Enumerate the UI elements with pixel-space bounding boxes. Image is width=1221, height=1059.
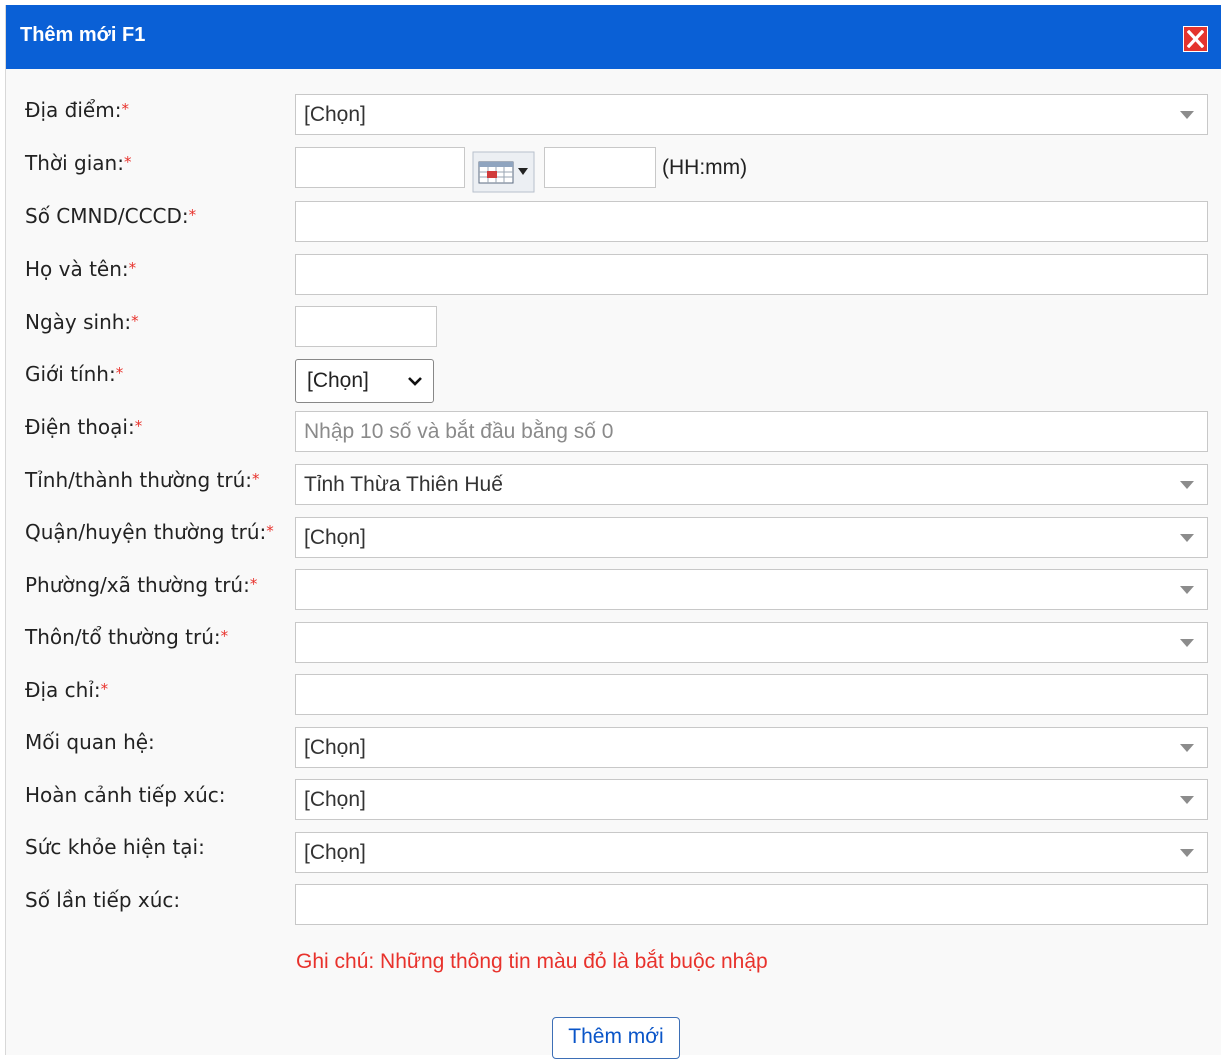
required-marker: *: [188, 206, 197, 224]
required-marker: *: [121, 100, 129, 118]
hamlet-label: Thôn/tổ thường trú:*: [25, 625, 229, 649]
close-button[interactable]: [1183, 26, 1208, 52]
dropdown-arrow-icon: [1180, 744, 1194, 752]
required-marker: *: [128, 259, 137, 277]
gender-select[interactable]: [Chọn]: [295, 359, 434, 403]
district-label: Quận/huyện thường trú:*: [25, 520, 274, 544]
add-new-button[interactable]: Thêm mới: [552, 1017, 680, 1059]
dropdown-arrow-icon: [1180, 111, 1194, 119]
ward-label: Phường/xã thường trú:*: [25, 573, 258, 597]
required-marker: *: [251, 470, 260, 488]
health-status-label: Sức khỏe hiện tại:: [25, 835, 205, 859]
location-label: Địa điểm:*: [25, 98, 129, 122]
required-marker: *: [220, 627, 229, 645]
address-input[interactable]: [295, 674, 1208, 715]
gender-select-value: [Chọn]: [307, 369, 369, 392]
address-label: Địa chỉ:*: [25, 678, 109, 702]
birth-date-input[interactable]: [295, 306, 437, 347]
time-label: Thời gian:*: [25, 151, 132, 175]
contact-context-select-value: [Chọn]: [304, 788, 366, 811]
province-select[interactable]: Tỉnh Thừa Thiên Huế: [295, 464, 1208, 505]
province-select-value: Tỉnh Thừa Thiên Huế: [304, 473, 503, 496]
calendar-icon: [472, 151, 535, 193]
required-marker: *: [266, 522, 274, 540]
gender-label: Giới tính:*: [25, 362, 124, 386]
relationship-label: Mối quan hệ:: [25, 730, 155, 754]
contact-count-input[interactable]: [295, 884, 1208, 925]
contact-context-select[interactable]: [Chọn]: [295, 779, 1208, 820]
phone-label: Điện thoại:*: [25, 415, 143, 439]
dropdown-arrow-icon: [1180, 849, 1194, 857]
full-name-input[interactable]: [295, 254, 1208, 295]
dropdown-arrow-icon: [1180, 586, 1194, 594]
birth-date-label: Ngày sinh:*: [25, 310, 139, 334]
health-status-select-value: [Chọn]: [304, 841, 366, 864]
id-number-label: Số CMND/CCCD:*: [25, 204, 197, 228]
chevron-down-icon: [408, 377, 422, 386]
location-select[interactable]: [Chọn]: [295, 94, 1208, 135]
date-input[interactable]: [295, 147, 465, 188]
required-marker: *: [100, 680, 109, 698]
phone-input[interactable]: Nhập 10 số và bắt đầu bằng số 0: [295, 411, 1208, 452]
dialog-titlebar: Thêm mới F1: [6, 5, 1221, 69]
location-select-value: [Chọn]: [304, 103, 366, 126]
relationship-select-value: [Chọn]: [304, 736, 366, 759]
phone-placeholder: Nhập 10 số và bắt đầu bằng số 0: [304, 420, 614, 443]
health-status-select[interactable]: [Chọn]: [295, 832, 1208, 873]
required-marker: *: [249, 575, 258, 593]
required-marker: *: [131, 312, 139, 330]
dropdown-arrow-icon: [1180, 796, 1194, 804]
required-marker: *: [134, 417, 143, 435]
district-select-value: [Chọn]: [304, 526, 366, 549]
dropdown-arrow-icon: [1180, 534, 1194, 542]
id-number-input[interactable]: [295, 201, 1208, 242]
dropdown-arrow-icon: [1180, 481, 1194, 489]
ward-select[interactable]: [295, 569, 1208, 610]
province-label: Tỉnh/thành thường trú:*: [25, 468, 260, 492]
time-input[interactable]: [544, 147, 656, 188]
full-name-label: Họ và tên:*: [25, 257, 137, 281]
relationship-select[interactable]: [Chọn]: [295, 727, 1208, 768]
required-note: Ghi chú: Những thông tin màu đỏ là bắt b…: [296, 950, 768, 973]
required-marker: *: [123, 153, 132, 171]
dropdown-arrow-icon: [1180, 639, 1194, 647]
district-select[interactable]: [Chọn]: [295, 517, 1208, 558]
close-icon: [1187, 30, 1204, 48]
time-format-hint: (HH:mm): [662, 156, 748, 179]
contact-count-label: Số lần tiếp xúc:: [25, 888, 181, 912]
add-f1-dialog: Thêm mới F1 Địa điểm:* [Chọn] Thời gian:…: [5, 5, 1221, 1059]
calendar-picker-button[interactable]: [472, 151, 535, 193]
dialog-title: Thêm mới F1: [20, 24, 146, 46]
contact-context-label: Hoàn cảnh tiếp xúc:: [25, 783, 226, 807]
required-marker: *: [115, 364, 124, 382]
hamlet-select[interactable]: [295, 622, 1208, 663]
